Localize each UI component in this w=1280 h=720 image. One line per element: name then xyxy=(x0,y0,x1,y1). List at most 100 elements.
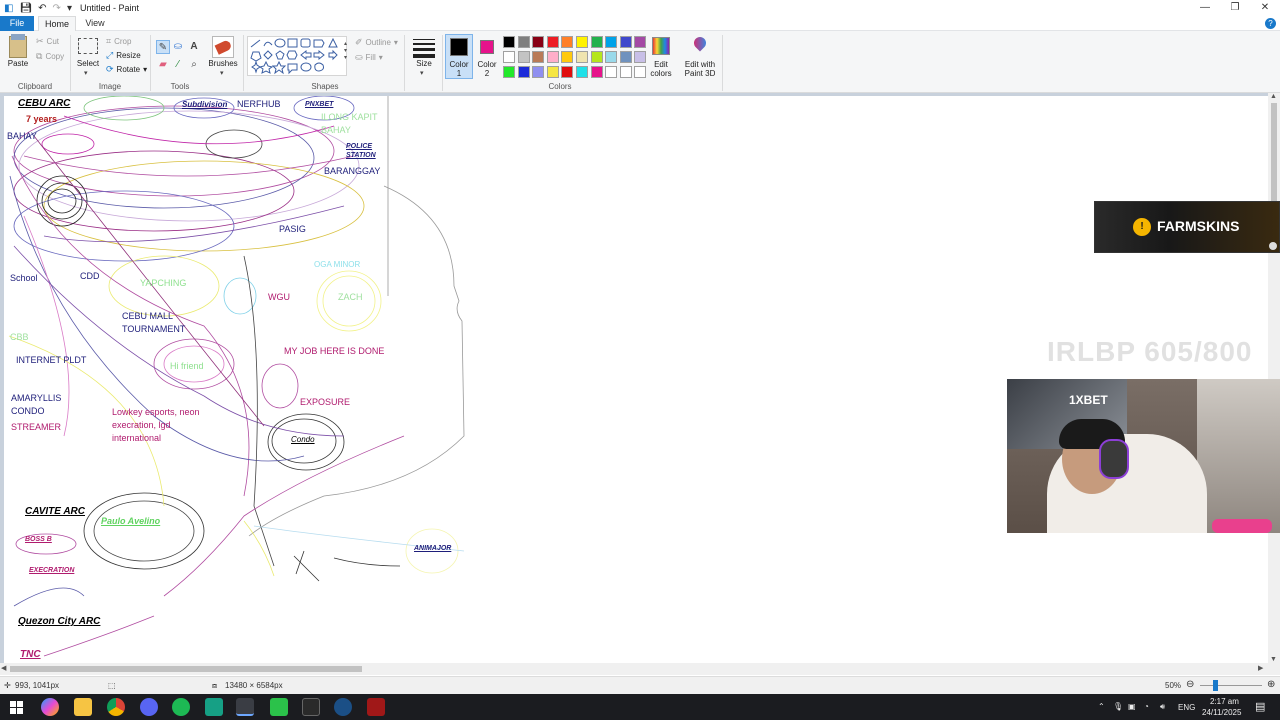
tab-file[interactable]: File xyxy=(0,16,34,31)
undo-icon[interactable]: ↶ xyxy=(38,3,46,14)
scroll-left-icon[interactable]: ◀ xyxy=(1,664,6,672)
crop-button[interactable]: ⌗ Crop xyxy=(106,36,131,47)
palette-swatch[interactable] xyxy=(517,51,530,63)
fill-button[interactable]: ⛀ Fill ▾ xyxy=(355,52,383,63)
brushes-dropdown-icon[interactable]: ▾ xyxy=(220,69,224,77)
paint3d-label[interactable]: Edit with xyxy=(680,60,720,69)
palette-swatch[interactable] xyxy=(634,51,647,63)
palette-swatch[interactable] xyxy=(619,51,632,63)
vertical-scrollbar[interactable]: ▲ ▼ xyxy=(1268,93,1280,663)
chat-icon[interactable] xyxy=(270,698,288,716)
paint3d-icon[interactable] xyxy=(691,34,709,55)
palette-swatch[interactable] xyxy=(619,66,632,78)
palette-swatch[interactable] xyxy=(576,51,588,63)
palette-swatch[interactable] xyxy=(561,51,574,63)
palette-swatch[interactable] xyxy=(546,66,559,78)
palette-swatch[interactable] xyxy=(532,66,545,78)
chrome-icon[interactable] xyxy=(107,698,125,716)
palette-swatch[interactable] xyxy=(503,51,515,63)
magnifier-icon[interactable]: ⌕ xyxy=(187,58,201,72)
canvas-workarea[interactable]: CEBU ARC 7 years BAHAY Subdivision NERFH… xyxy=(0,93,1268,663)
select-dropdown-icon[interactable]: ▾ xyxy=(84,69,88,77)
scroll-down-icon[interactable]: ▼ xyxy=(1270,656,1277,663)
spotify-icon[interactable] xyxy=(172,698,190,716)
size-button[interactable]: Size xyxy=(410,59,438,68)
copy-button[interactable]: ⧉ Copy xyxy=(36,51,64,62)
edit-colors-icon[interactable] xyxy=(652,37,670,55)
epic-icon[interactable] xyxy=(302,698,320,716)
shapes-scroll-icon[interactable]: ▴ ▾ ▾ xyxy=(344,41,347,62)
palette-swatch[interactable] xyxy=(532,51,545,63)
size-dropdown-icon[interactable]: ▾ xyxy=(420,69,424,77)
zoom-slider-thumb[interactable] xyxy=(1213,680,1218,691)
palette-swatch[interactable] xyxy=(590,51,603,63)
clock-date[interactable]: 24/11/2025 xyxy=(1202,708,1241,717)
palette-swatch[interactable] xyxy=(561,66,574,78)
copilot-icon[interactable] xyxy=(41,698,59,716)
tab-view[interactable]: View xyxy=(78,16,112,31)
palette-swatch[interactable] xyxy=(517,66,530,78)
ad-corner-icon[interactable] xyxy=(1269,242,1277,250)
pencil-icon[interactable]: ✎ xyxy=(156,40,170,54)
palette-swatch[interactable] xyxy=(532,36,545,48)
tab-home[interactable]: Home xyxy=(38,16,76,31)
horizontal-scroll-thumb[interactable] xyxy=(10,666,362,672)
zoom-out-icon[interactable]: ⊖ xyxy=(1186,679,1194,690)
fill-icon[interactable]: ⛀ xyxy=(171,40,185,54)
start-icon[interactable] xyxy=(8,698,26,716)
close-button[interactable]: ✕ xyxy=(1250,0,1280,16)
palette-swatch[interactable] xyxy=(619,36,632,48)
color2-swatch[interactable] xyxy=(480,40,494,54)
vertical-scroll-thumb[interactable] xyxy=(1271,103,1277,203)
volume-icon[interactable]: 🔊︎ xyxy=(1160,702,1165,712)
mic-icon[interactable]: 🎙︎ xyxy=(1113,702,1123,711)
palette-swatch[interactable] xyxy=(517,36,530,48)
app-icon[interactable] xyxy=(205,698,223,716)
network-icon[interactable]: ▣ xyxy=(1128,702,1136,711)
scroll-up-icon[interactable]: ▲ xyxy=(1270,93,1277,100)
tray-overflow-icon[interactable]: ⌃ xyxy=(1098,702,1105,711)
color-picker-icon[interactable]: ⁄ xyxy=(171,58,185,72)
size-icon[interactable] xyxy=(413,37,435,58)
palette-swatch[interactable] xyxy=(634,66,647,78)
select-icon[interactable] xyxy=(78,38,98,54)
palette-swatch[interactable] xyxy=(576,66,588,78)
shapes-gallery[interactable] xyxy=(247,36,347,76)
palette-swatch[interactable] xyxy=(605,36,618,48)
help-icon[interactable]: ? xyxy=(1265,18,1276,29)
brushes-button[interactable]: Brushes xyxy=(206,59,240,68)
paint-taskbar-icon[interactable] xyxy=(236,698,254,716)
ad-banner[interactable]: ! FARMSKINS xyxy=(1094,201,1280,253)
language-indicator[interactable]: ENG xyxy=(1178,703,1195,712)
eraser-icon[interactable]: ▰ xyxy=(156,58,170,72)
clock-time[interactable]: 2:17 am xyxy=(1210,697,1239,706)
edit-colors-label[interactable]: Edit xyxy=(646,60,676,69)
resize-button[interactable]: ⤢ Resize xyxy=(106,50,141,61)
wifi-icon[interactable]: ◔ xyxy=(1144,702,1149,711)
rotate-button[interactable]: ⟳ Rotate ▾ xyxy=(106,64,147,75)
notifications-icon[interactable]: ▤ xyxy=(1255,700,1265,713)
game-icon[interactable] xyxy=(367,698,385,716)
minimize-button[interactable]: — xyxy=(1190,0,1220,16)
palette-swatch[interactable] xyxy=(546,36,559,48)
palette-swatch[interactable] xyxy=(503,36,515,48)
palette-swatch[interactable] xyxy=(590,66,603,78)
file-explorer-icon[interactable] xyxy=(74,698,92,716)
palette-swatch[interactable] xyxy=(590,36,603,48)
paste-button[interactable]: Paste xyxy=(5,59,31,68)
palette-swatch[interactable] xyxy=(605,66,618,78)
text-icon[interactable]: A xyxy=(187,40,201,54)
select-button[interactable]: Select xyxy=(74,59,102,68)
discord-icon[interactable] xyxy=(140,698,158,716)
zoom-in-icon[interactable]: ⊕ xyxy=(1267,679,1275,690)
save-icon[interactable]: 💾︎ xyxy=(19,3,32,14)
palette-swatch[interactable] xyxy=(605,51,618,63)
redo-icon[interactable]: ↷ xyxy=(53,3,61,14)
palette-swatch[interactable] xyxy=(634,36,647,48)
outline-button[interactable]: ✐ Outline ▾ xyxy=(355,37,398,48)
maximize-button[interactable]: ❐ xyxy=(1220,0,1250,16)
cut-button[interactable]: ✂ Cut xyxy=(36,36,59,47)
customize-dropdown-icon[interactable]: ▾ xyxy=(67,3,72,14)
horizontal-scrollbar[interactable]: ◀ ▶ xyxy=(0,663,1280,675)
palette-swatch[interactable] xyxy=(561,36,574,48)
